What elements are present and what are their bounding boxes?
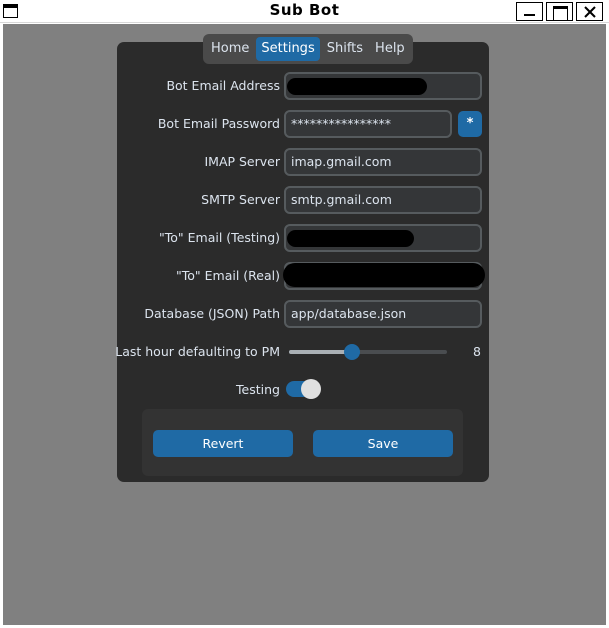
redaction-mark <box>287 230 414 247</box>
db-path-field[interactable]: app/database.json <box>284 300 482 328</box>
close-button[interactable] <box>576 2 603 21</box>
row-imap: IMAP Server imap.gmail.com <box>117 147 489 177</box>
tab-shifts[interactable]: Shifts <box>322 37 368 61</box>
row-smtp: SMTP Server smtp.gmail.com <box>117 185 489 215</box>
minimize-button[interactable] <box>516 2 543 21</box>
smtp-label: SMTP Server <box>201 192 280 207</box>
show-password-button[interactable]: * <box>458 111 482 137</box>
slider-fill <box>289 350 353 354</box>
row-bot-password: Bot Email Password **************** * <box>117 109 489 139</box>
testing-label: Testing <box>236 382 280 397</box>
imap-field[interactable]: imap.gmail.com <box>284 148 482 176</box>
testing-switch[interactable] <box>286 379 321 399</box>
redaction-mark <box>287 78 427 95</box>
to-real-label: "To" Email (Real) <box>176 268 280 283</box>
client-area: Home Settings Shifts Help Bot Email Addr… <box>3 24 606 625</box>
row-to-real: "To" Email (Real) <box>117 261 489 291</box>
title-bar: Sub Bot <box>0 0 609 23</box>
last-hour-slider[interactable] <box>289 344 447 360</box>
maximize-button[interactable] <box>546 2 573 21</box>
settings-frame: Home Settings Shifts Help Bot Email Addr… <box>115 34 489 482</box>
row-last-hour: Last hour defaulting to PM 8 <box>115 337 489 367</box>
redaction-mark <box>283 263 485 287</box>
tab-home[interactable]: Home <box>206 37 254 61</box>
db-path-label: Database (JSON) Path <box>144 306 280 321</box>
slider-handle[interactable] <box>344 344 361 360</box>
last-hour-value: 8 <box>473 344 481 359</box>
save-button[interactable]: Save <box>313 430 453 457</box>
bot-email-label: Bot Email Address <box>166 78 280 93</box>
close-icon <box>584 6 596 18</box>
last-hour-label: Last hour defaulting to PM <box>115 344 280 359</box>
smtp-field[interactable]: smtp.gmail.com <box>284 186 482 214</box>
app-window: Sub Bot Home Settings Shifts Help Bot Em… <box>0 0 609 628</box>
row-db-path: Database (JSON) Path app/database.json <box>117 299 489 329</box>
row-to-testing: "To" Email (Testing) <box>117 223 489 253</box>
tab-help[interactable]: Help <box>370 37 410 61</box>
actions-panel: Revert Save <box>142 409 463 476</box>
switch-knob <box>301 379 321 399</box>
bot-password-label: Bot Email Password <box>157 116 280 131</box>
bot-password-field[interactable]: **************** <box>284 110 452 138</box>
revert-button[interactable]: Revert <box>153 430 293 457</box>
imap-label: IMAP Server <box>204 154 280 169</box>
row-bot-email: Bot Email Address <box>117 71 489 101</box>
to-testing-label: "To" Email (Testing) <box>159 230 280 245</box>
tab-bar: Home Settings Shifts Help <box>203 34 413 64</box>
tab-settings[interactable]: Settings <box>256 37 320 61</box>
row-testing: Testing <box>117 375 489 405</box>
